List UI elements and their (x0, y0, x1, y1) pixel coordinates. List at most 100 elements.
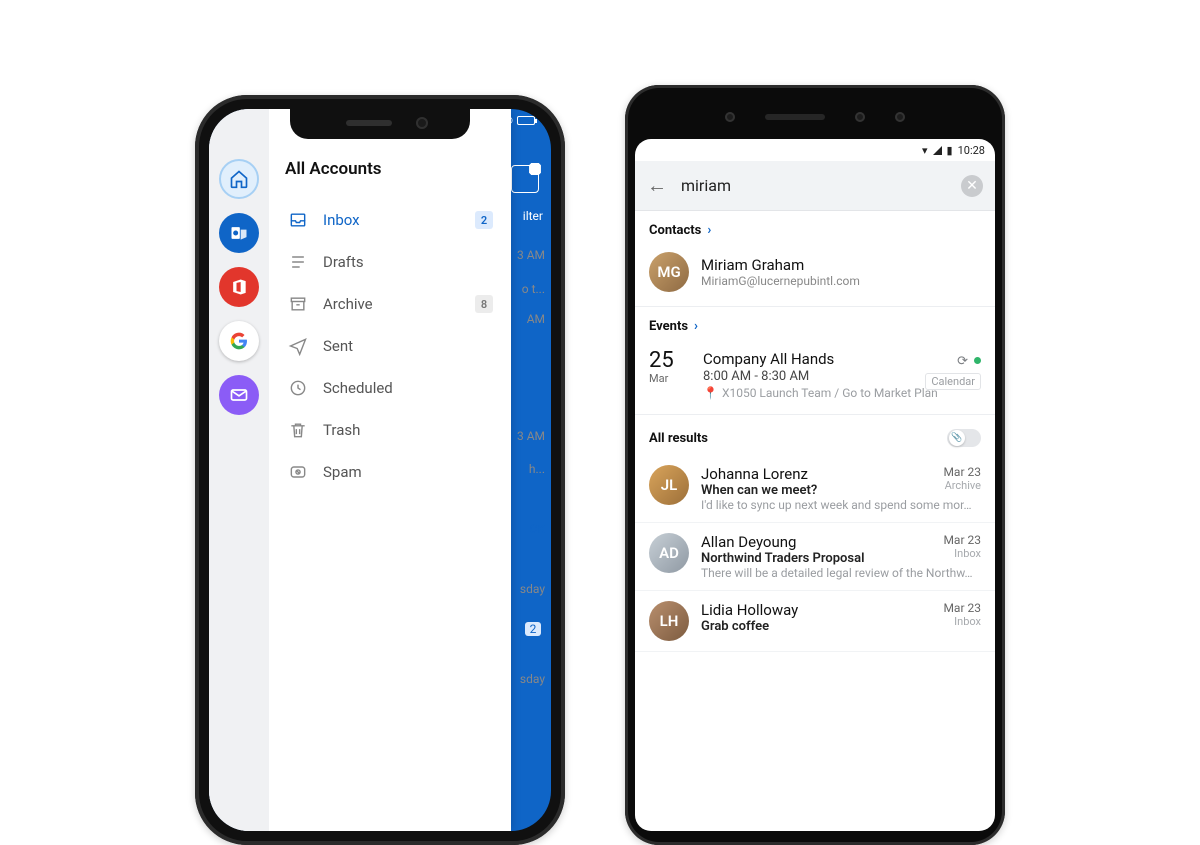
archive-count-badge: 8 (475, 295, 493, 313)
section-label: Events (649, 319, 688, 334)
back-button[interactable]: ← (647, 173, 667, 198)
event-location: 📍 X1050 Launch Team / Go to Market Plan (703, 386, 938, 400)
drawer-folders: All Accounts Inbox 2 Drafts (269, 109, 511, 831)
archive-icon (287, 293, 309, 315)
iphone-screen: ▮▮▮ ◉ ilter 3 AM o t... AM 3 AM h... CK … (209, 109, 551, 831)
folder-inbox[interactable]: Inbox 2 (285, 199, 495, 241)
battery-icon (517, 116, 535, 125)
mail-folder: Inbox (943, 547, 981, 560)
section-contacts[interactable]: Contacts › (635, 211, 995, 244)
mail-folder: Archive (943, 479, 981, 492)
mail-meta: Mar 23 Archive (943, 465, 981, 492)
attachments-toggle[interactable] (947, 429, 981, 447)
iphone-notch (290, 109, 470, 139)
mail-icon (229, 385, 249, 405)
contact-email: MiriamG@lucernepubintl.com (701, 274, 860, 288)
office-icon (229, 277, 249, 297)
event-month: Mar (649, 372, 689, 385)
folder-archive[interactable]: Archive 8 (285, 283, 495, 325)
drafts-icon (287, 251, 309, 273)
folder-sent[interactable]: Sent (285, 325, 495, 367)
event-date: 25 Mar (649, 350, 689, 400)
mail-date: Mar 23 (943, 533, 981, 547)
filter-label[interactable]: ilter (523, 209, 543, 223)
recurring-icon: ⟳ (957, 354, 968, 369)
status-time: 10:28 (958, 144, 985, 157)
folder-label: Scheduled (323, 379, 493, 397)
mail-folder: Inbox (943, 615, 981, 628)
chevron-right-icon: › (694, 319, 698, 334)
folder-label: Archive (323, 295, 461, 313)
camera-icon (855, 112, 865, 122)
outlook-icon (229, 223, 249, 243)
section-events[interactable]: Events › (635, 307, 995, 340)
mail-from: Johanna Lorenz (701, 465, 981, 483)
account-mail[interactable] (219, 375, 259, 415)
contact-name: Miriam Graham (701, 256, 860, 274)
event-day: 25 (649, 350, 689, 372)
android-device: ▾ ▮ 10:28 ← miriam ✕ Contacts › MG Miria… (625, 85, 1005, 845)
speaker-icon (765, 114, 825, 120)
account-outlook[interactable] (219, 213, 259, 253)
search-bar: ← miriam ✕ (635, 161, 995, 211)
mail-subject: Northwind Traders Proposal (701, 551, 981, 566)
inbox-icon (287, 209, 309, 231)
sent-icon (287, 335, 309, 357)
mail-date: Mar 23 (943, 601, 981, 615)
event-location-text: X1050 Launch Team / Go to Market Plan (722, 386, 938, 400)
sensor-icon (725, 112, 735, 122)
drawer-title: All Accounts (285, 159, 495, 179)
wifi-icon: ◉ (504, 115, 513, 126)
folder-label: Sent (323, 337, 493, 355)
mail-meta: Mar 23 Inbox (943, 601, 981, 628)
folder-label: Trash (323, 421, 493, 439)
trash-icon (287, 419, 309, 441)
folder-label: Drafts (323, 253, 493, 271)
compose-button[interactable] (511, 165, 539, 193)
event-time: 8:00 AM - 8:30 AM (703, 369, 938, 384)
iphone-statusbar: ▮▮▮ ◉ (484, 115, 535, 126)
folder-label: Inbox (323, 211, 461, 229)
folder-drafts[interactable]: Drafts (285, 241, 495, 283)
mail-result[interactable]: JL Johanna Lorenz When can we meet? I'd … (635, 455, 995, 523)
folder-trash[interactable]: Trash (285, 409, 495, 451)
mail-from: Lidia Holloway (701, 601, 981, 619)
android-top-bezel (635, 95, 995, 139)
clear-search-button[interactable]: ✕ (961, 175, 983, 197)
avatar: LH (649, 601, 689, 641)
search-input[interactable]: miriam (681, 176, 947, 195)
location-pin-icon: 📍 (703, 386, 718, 400)
scheduled-icon (287, 377, 309, 399)
section-all-results: All results (635, 415, 995, 455)
mail-result[interactable]: LH Lidia Holloway Grab coffee Mar 23 Inb… (635, 591, 995, 652)
contact-result[interactable]: MG Miriam Graham MiriamG@lucernepubintl.… (635, 244, 995, 307)
folder-label: Spam (323, 463, 493, 481)
android-statusbar: ▾ ▮ 10:28 (635, 139, 995, 161)
avatar: AD (649, 533, 689, 573)
mail-date: Mar 23 (943, 465, 981, 479)
section-label: All results (649, 431, 708, 446)
calendar-tag: Calendar (925, 373, 981, 390)
mail-preview: I'd like to sync up next week and spend … (701, 498, 981, 512)
mail-subject: When can we meet? (701, 483, 981, 498)
chevron-right-icon: › (707, 223, 711, 238)
event-result[interactable]: 25 Mar Company All Hands 8:00 AM - 8:30 … (635, 340, 995, 415)
account-google[interactable] (219, 321, 259, 361)
home-icon (229, 169, 249, 189)
event-title: Company All Hands (703, 350, 938, 368)
account-home[interactable] (219, 159, 259, 199)
folder-scheduled[interactable]: Scheduled (285, 367, 495, 409)
mail-result[interactable]: AD Allan Deyoung Northwind Traders Propo… (635, 523, 995, 591)
event-meta: ⟳ Calendar (925, 350, 981, 390)
folder-spam[interactable]: Spam (285, 451, 495, 493)
signal-icon: ▮▮▮ (484, 115, 501, 126)
sensor-icon (895, 112, 905, 122)
account-office[interactable] (219, 267, 259, 307)
bg-badge: 2 (525, 622, 541, 636)
wifi-icon: ▾ (922, 144, 928, 157)
nav-drawer: All Accounts Inbox 2 Drafts (209, 109, 511, 831)
status-dot-icon (974, 357, 981, 364)
section-label: Contacts (649, 223, 701, 238)
mail-subject: Grab coffee (701, 619, 981, 634)
spam-icon (287, 461, 309, 483)
